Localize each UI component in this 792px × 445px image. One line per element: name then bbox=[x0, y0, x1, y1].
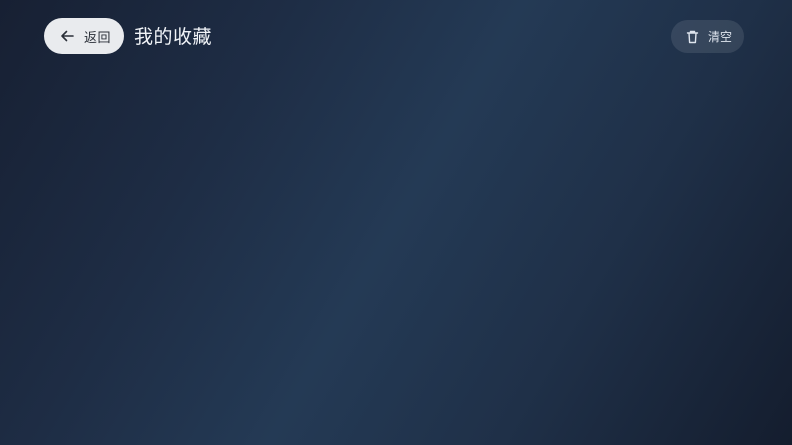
clear-button-label: 清空 bbox=[708, 30, 733, 44]
trash-icon bbox=[686, 30, 699, 44]
page-title: 我的收藏 bbox=[134, 26, 213, 48]
back-button[interactable]: 返回 bbox=[44, 18, 124, 54]
arrow-left-icon bbox=[59, 28, 75, 44]
header-bar: 返回 我的收藏 清空 bbox=[0, 0, 792, 74]
favorites-screen: 返回 我的收藏 清空 bbox=[0, 0, 792, 445]
back-button-label: 返回 bbox=[84, 30, 112, 46]
clear-button[interactable]: 清空 bbox=[671, 20, 744, 53]
favorites-list-area bbox=[0, 74, 792, 445]
